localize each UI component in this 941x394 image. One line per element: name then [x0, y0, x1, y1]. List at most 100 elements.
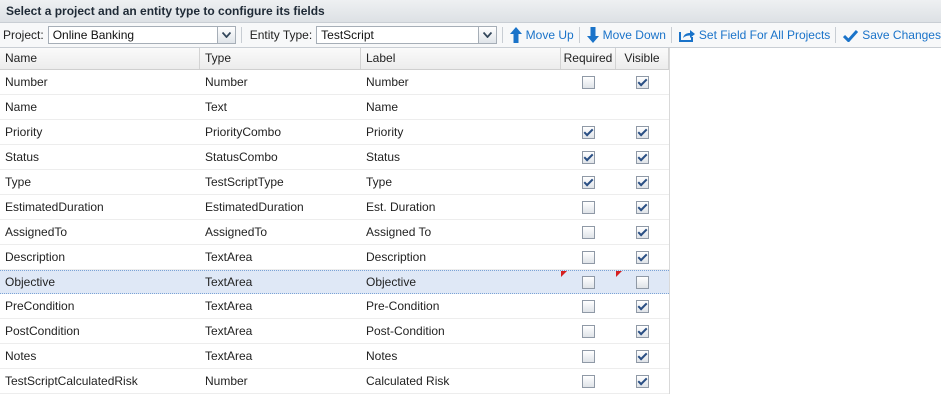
toolbar-separator — [835, 27, 837, 43]
visible-checkbox[interactable] — [636, 275, 649, 289]
visible-checkbox-cell — [616, 195, 669, 219]
visible-checkbox-cell — [616, 145, 669, 169]
share-icon — [678, 29, 695, 42]
chevron-down-icon[interactable] — [477, 27, 496, 43]
field-type-cell: TextArea — [205, 349, 253, 363]
table-row[interactable]: Name Text Name — [0, 95, 669, 120]
required-checkbox[interactable] — [582, 75, 595, 89]
table-row[interactable]: Status StatusCombo Status — [0, 145, 669, 170]
field-type-cell: TextArea — [205, 275, 253, 289]
field-name-cell: AssignedTo — [5, 225, 68, 239]
required-checkbox-cell — [561, 170, 616, 194]
save-changes-button[interactable]: Save Changes — [843, 28, 941, 42]
visible-checkbox-cell — [616, 271, 669, 293]
field-name-cell: TestScriptCalculatedRisk — [5, 374, 138, 388]
column-header-type[interactable]: Type — [200, 48, 361, 69]
visible-checkbox[interactable] — [636, 324, 649, 338]
project-value: Online Banking — [52, 28, 135, 42]
toolbar-separator — [501, 27, 503, 43]
required-checkbox-cell — [561, 319, 616, 343]
move-down-label: Move Down — [602, 28, 666, 42]
table-row[interactable]: EstimatedDuration EstimatedDuration Est. D… — [0, 195, 669, 220]
required-checkbox[interactable] — [582, 225, 595, 239]
required-checkbox[interactable] — [582, 125, 595, 139]
visible-checkbox[interactable] — [636, 200, 649, 214]
table-row[interactable]: TestScriptCalculatedRisk Number Calculated… — [0, 369, 669, 394]
table-row[interactable]: PostCondition TextArea Post-Condition — [0, 319, 669, 344]
chevron-down-icon[interactable] — [216, 27, 235, 43]
grid-body: Number Number Number Name Text Name Priority Pr… — [0, 70, 669, 394]
field-name-cell: Objective — [5, 275, 56, 289]
required-checkbox-cell — [561, 120, 616, 144]
visible-checkbox[interactable] — [636, 225, 649, 239]
field-name-cell: Status — [5, 150, 40, 164]
field-label-cell: Est. Duration — [366, 200, 436, 214]
dirty-marker-icon — [616, 271, 622, 277]
table-row[interactable]: Type TestScriptType Type — [0, 170, 669, 195]
move-up-button[interactable]: Move Up — [509, 27, 574, 43]
table-row[interactable]: Priority PriorityCombo Priority — [0, 120, 669, 145]
dirty-marker-icon — [561, 271, 567, 277]
column-header-name[interactable]: Name — [0, 48, 200, 69]
required-checkbox[interactable] — [582, 349, 595, 363]
required-checkbox[interactable] — [582, 324, 595, 338]
visible-checkbox-cell — [616, 319, 669, 343]
field-type-cell: TextArea — [205, 299, 253, 313]
field-type-cell: Number — [205, 75, 248, 89]
visible-checkbox-cell — [616, 294, 669, 318]
table-row[interactable]: AssignedTo AssignedTo Assigned To — [0, 220, 669, 245]
required-checkbox[interactable] — [582, 200, 595, 214]
required-checkbox-cell — [561, 344, 616, 368]
toolbar: Project: Online Banking Entity Type: Tes… — [0, 23, 941, 48]
move-down-button[interactable]: Move Down — [586, 27, 666, 43]
entity-type-combo[interactable]: TestScript — [316, 26, 497, 44]
arrow-down-icon — [586, 27, 599, 43]
required-checkbox[interactable] — [582, 175, 595, 189]
field-type-cell: AssignedTo — [205, 225, 268, 239]
visible-checkbox[interactable] — [636, 125, 649, 139]
visible-checkbox[interactable] — [636, 250, 649, 264]
field-label-cell: Post-Condition — [366, 324, 445, 338]
field-name-cell: Description — [5, 250, 66, 264]
field-type-cell: PriorityCombo — [205, 125, 282, 139]
field-type-cell: EstimatedDuration — [205, 200, 304, 214]
visible-checkbox[interactable] — [636, 374, 649, 388]
required-checkbox[interactable] — [582, 374, 595, 388]
required-checkbox[interactable] — [582, 299, 595, 313]
column-header-required[interactable]: Required — [561, 48, 616, 69]
field-label-cell: Objective — [366, 275, 417, 289]
field-label-cell: Type — [366, 175, 393, 189]
visible-checkbox[interactable] — [636, 299, 649, 313]
visible-checkbox[interactable] — [636, 75, 649, 89]
table-row[interactable]: Number Number Number — [0, 70, 669, 95]
required-checkbox[interactable] — [582, 275, 595, 289]
field-name-cell: EstimatedDuration — [5, 200, 104, 214]
required-checkbox[interactable] — [582, 250, 595, 264]
field-name-cell: PostCondition — [5, 324, 80, 338]
table-row[interactable]: Description TextArea Description — [0, 245, 669, 270]
field-name-cell: Name — [5, 100, 38, 114]
toolbar-separator — [240, 27, 242, 43]
field-label-cell: Pre-Condition — [366, 299, 440, 313]
required-checkbox[interactable] — [582, 150, 595, 164]
required-checkbox-cell — [561, 195, 616, 219]
table-row[interactable]: Notes TextArea Notes — [0, 344, 669, 369]
fields-grid: Name Type Label Required Visible Number N… — [0, 48, 670, 394]
field-label-cell: Number — [366, 75, 409, 89]
set-field-all-projects-button[interactable]: Set Field For All Projects — [678, 28, 830, 42]
field-label-cell: Notes — [366, 349, 398, 363]
project-combo[interactable]: Online Banking — [47, 26, 236, 44]
visible-checkbox-cell — [616, 369, 669, 393]
field-type-cell: Text — [205, 100, 228, 114]
move-up-label: Move Up — [525, 28, 574, 42]
field-label-cell: Calculated Risk — [366, 374, 450, 388]
visible-checkbox[interactable] — [636, 349, 649, 363]
table-row[interactable]: Objective TextArea Objective — [0, 270, 669, 294]
column-header-visible[interactable]: Visible — [616, 48, 669, 69]
column-header-label[interactable]: Label — [361, 48, 561, 69]
field-name-cell: Number — [5, 75, 48, 89]
visible-checkbox[interactable] — [636, 175, 649, 189]
table-row[interactable]: PreCondition TextArea Pre-Condition — [0, 294, 669, 319]
visible-checkbox[interactable] — [636, 150, 649, 164]
toolbar-separator — [578, 27, 580, 43]
